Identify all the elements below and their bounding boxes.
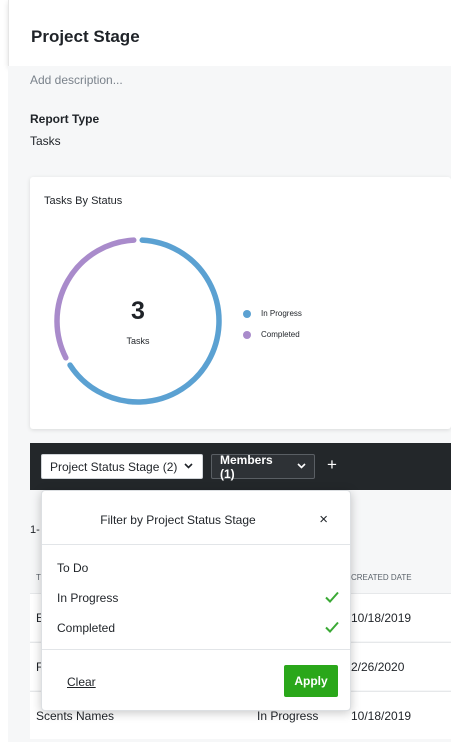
results-range: 1-: [30, 524, 40, 536]
chevron-down-icon: [184, 461, 193, 472]
check-icon: [325, 591, 339, 603]
dropdown-title: Filter by Project Status Stage: [100, 513, 256, 527]
members-filter-label: Members (1): [220, 452, 273, 481]
project-status-stage-filter[interactable]: Project Status Stage (2): [41, 454, 203, 479]
stage-option-in-progress[interactable]: In Progress: [42, 583, 350, 613]
check-icon: [325, 621, 339, 633]
task-created-date: 10/18/2019: [351, 611, 412, 625]
apply-button[interactable]: Apply: [284, 665, 338, 697]
legend-label-in-progress: In Progress: [261, 309, 302, 318]
column-header-created-date[interactable]: CREATED DATE: [351, 573, 412, 582]
stage-option-completed[interactable]: Completed: [42, 613, 350, 643]
clear-link[interactable]: Clear: [67, 675, 96, 689]
members-filter[interactable]: Members (1): [211, 452, 315, 481]
option-label: Completed: [57, 621, 116, 635]
donut-center-label: Tasks: [126, 336, 150, 346]
divider: [42, 649, 350, 650]
filter-bar: Project Status Stage (2) Members (1) +: [30, 443, 451, 490]
tasks-by-status-card: Tasks By Status 3 Tasks In Progress Comp…: [30, 177, 451, 429]
task-status: In Progress: [257, 709, 319, 723]
chart-legend: In Progress Completed: [243, 303, 302, 345]
option-label: In Progress: [57, 591, 119, 605]
donut-center-value: 3: [131, 297, 145, 325]
legend-label-completed: Completed: [261, 330, 300, 339]
chart-title: Tasks By Status: [44, 195, 123, 207]
task-created-date: 10/18/2019: [351, 709, 412, 723]
task-name: Scents Names: [36, 709, 115, 723]
report-type-label: Report Type: [30, 112, 100, 126]
legend-swatch-completed: [243, 330, 251, 339]
stage-filter-dropdown: Filter by Project Status Stage × To Do I…: [41, 490, 351, 711]
page-title: Project Stage: [31, 27, 140, 46]
legend-swatch-in-progress: [243, 309, 251, 318]
divider: [42, 544, 350, 545]
close-icon[interactable]: ×: [319, 511, 328, 528]
add-description-field[interactable]: Add description...: [30, 73, 123, 87]
page-header: Project Stage: [8, 0, 451, 66]
stage-filter-label: Project Status Stage (2): [50, 459, 178, 474]
report-type-value: Tasks: [30, 134, 61, 148]
plus-icon[interactable]: +: [327, 455, 337, 475]
legend-item-in-progress: In Progress: [243, 303, 302, 324]
stage-option-to-do[interactable]: To Do: [42, 553, 350, 583]
option-label: To Do: [57, 561, 89, 575]
chevron-down-icon: [297, 461, 306, 472]
task-created-date: 2/26/2020: [351, 660, 405, 674]
legend-item-completed: Completed: [243, 324, 302, 345]
